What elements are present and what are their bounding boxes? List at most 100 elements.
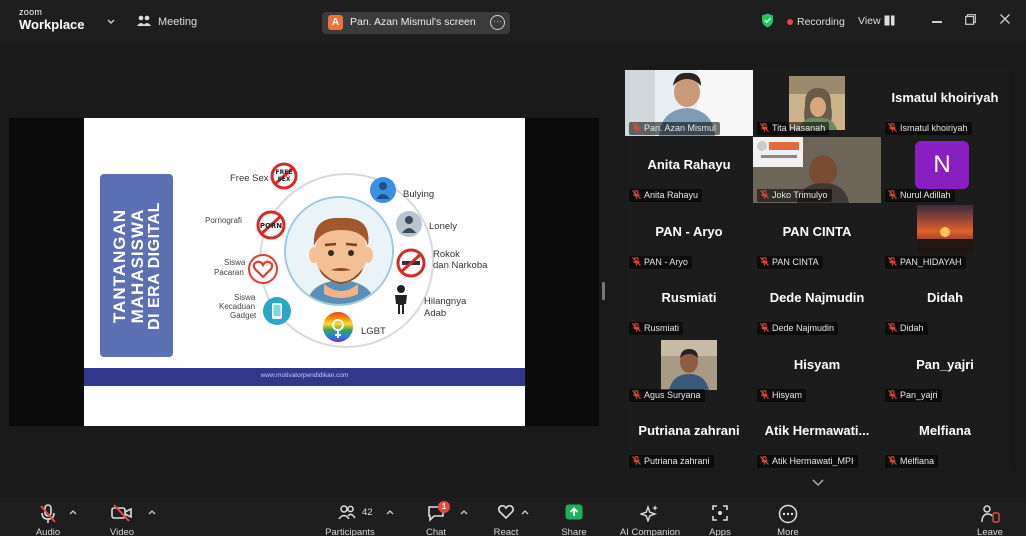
participant-display-name: Atik Hermawati...	[764, 423, 870, 438]
brand-line2: Workplace	[19, 17, 85, 32]
participant-tile[interactable]: N Nurul Adillah	[881, 137, 1009, 203]
participant-tile[interactable]: Atik Hermawati... Atik Hermawati_MPI	[753, 403, 881, 469]
participant-display-name: Didah	[926, 290, 964, 305]
heart-icon	[248, 254, 278, 284]
participant-display-name: Ismatul khoiriyah	[891, 90, 999, 105]
close-icon[interactable]	[999, 13, 1011, 25]
chevron-up-icon[interactable]	[385, 508, 395, 516]
participants-icon	[338, 505, 356, 520]
banner-line2: MAHASISWA	[127, 208, 147, 323]
participant-name-label: Pan. Azan Mismul	[629, 122, 721, 135]
participant-tile[interactable]: PAN - Aryo PAN - Aryo	[625, 204, 753, 270]
participant-display-name: PAN - Aryo	[655, 224, 723, 239]
restore-window-icon[interactable]	[965, 14, 976, 25]
participant-tile[interactable]: Putriana zahrani Putriana zahrani	[625, 403, 753, 469]
porn-badge-text: PORN	[260, 222, 282, 230]
meeting-label[interactable]: Meeting	[158, 16, 197, 28]
participant-name-label: PAN CINTA	[757, 256, 823, 269]
label-hilangnya-1: Hilangnya	[424, 296, 467, 307]
participant-label-text: PAN CINTA	[772, 257, 819, 267]
participant-name-label: Nurul Adillah	[885, 189, 955, 202]
chat-button[interactable]: 1 Chat	[418, 498, 454, 536]
meeting-toolbar: Audio Video 42 Participants 1 Chat React…	[0, 498, 1026, 536]
chevron-down-icon[interactable]	[811, 478, 825, 488]
share-screen-icon	[565, 504, 583, 520]
participant-tile[interactable]: PAN CINTA PAN CINTA	[753, 204, 881, 270]
participants-button[interactable]: 42 Participants	[318, 498, 382, 536]
more-options-icon[interactable]: ···	[490, 15, 505, 30]
mic-muted-icon	[632, 190, 641, 199]
participant-tile[interactable]: Dede Najmudin Dede Najmudin	[753, 270, 881, 336]
mic-muted-icon	[760, 190, 769, 199]
porn-prohibited-icon: PORN	[256, 210, 286, 240]
participant-display-name: Putriana zahrani	[638, 423, 740, 438]
participant-tile[interactable]: PAN_HIDAYAH	[881, 204, 1009, 270]
resize-handle[interactable]	[602, 282, 605, 300]
mic-muted-icon	[888, 190, 897, 199]
mic-muted-icon	[632, 123, 641, 132]
slide-title-banner: TANTANGAN MAHASISWA DI ERA DIGITAL	[100, 174, 173, 357]
participant-tile[interactable]: Pan_yajri Pan_yajri	[881, 337, 1009, 403]
avatar: N	[915, 141, 969, 189]
participant-name-label: Didah	[885, 322, 928, 335]
participant-label-text: Putriana zahrani	[644, 456, 710, 466]
participant-tile[interactable]: Ismatul khoiriyah Ismatul khoiriyah	[881, 70, 1009, 136]
participant-tile[interactable]: Hisyam Hisyam	[753, 337, 881, 403]
more-label: More	[777, 527, 799, 536]
audio-button[interactable]: Audio	[28, 498, 68, 536]
mic-muted-icon	[760, 390, 769, 399]
react-button[interactable]: React	[488, 498, 524, 536]
chevron-up-icon[interactable]	[68, 508, 78, 516]
participant-tile[interactable]: Melfiana Melfiana	[881, 403, 1009, 469]
mic-muted-icon	[632, 257, 641, 266]
chevron-up-icon[interactable]	[520, 508, 530, 516]
apps-label: Apps	[709, 527, 731, 536]
shield-icon[interactable]	[761, 13, 774, 28]
participant-name-label: Agus Suryana	[629, 389, 705, 402]
leave-icon	[981, 505, 1000, 523]
participant-tile[interactable]: Rusmiati Rusmiati	[625, 270, 753, 336]
label-free-sex: Free Sex	[230, 173, 269, 184]
participant-display-name: Melfiana	[918, 423, 971, 438]
sparkle-icon	[640, 504, 658, 522]
participant-name-label: Melfiana	[885, 455, 939, 468]
participant-tile[interactable]: Anita Rahayu Anita Rahayu	[625, 137, 753, 203]
apps-button[interactable]: Apps	[702, 498, 738, 536]
leave-button[interactable]: Leave	[972, 498, 1008, 536]
chevron-down-icon[interactable]	[105, 15, 117, 27]
participant-tile[interactable]: Joko Trimulyo	[753, 137, 881, 203]
participant-display-name: Pan_yajri	[916, 357, 974, 372]
recording-dot-icon	[787, 19, 793, 25]
participant-tile[interactable]: Agus Suryana	[625, 337, 753, 403]
participant-label-text: Didah	[900, 323, 924, 333]
minimize-icon[interactable]	[932, 21, 942, 23]
participant-display-name: Dede Najmudin	[769, 290, 865, 305]
recording-label[interactable]: Recording	[797, 16, 845, 28]
view-grid-icon[interactable]	[884, 15, 895, 26]
ai-companion-button[interactable]: AI Companion	[612, 498, 688, 536]
participant-tile[interactable]: Didah Didah	[881, 270, 1009, 336]
mic-muted-icon	[888, 390, 897, 399]
smartphone-icon	[263, 297, 291, 325]
label-lonely: Lonely	[429, 221, 457, 232]
mic-muted-icon	[632, 456, 641, 465]
chevron-up-icon[interactable]	[147, 508, 157, 516]
no-smoking-icon	[396, 248, 426, 278]
view-label[interactable]: View	[858, 15, 881, 27]
chat-unread-badge: 1	[438, 501, 450, 513]
mic-muted-icon	[760, 456, 769, 465]
participant-tile[interactable]: Pan. Azan Mismul	[625, 70, 753, 136]
chevron-up-icon[interactable]	[459, 508, 469, 516]
more-button[interactable]: More	[770, 498, 806, 536]
participant-name-label: Anita Rahayu	[629, 189, 703, 202]
bullying-icon	[370, 177, 396, 203]
participant-name-label: Joko Trimulyo	[757, 189, 832, 202]
label-bulying: Bulying	[403, 189, 435, 200]
participant-tile[interactable]: Tita Hasanah	[753, 70, 881, 136]
video-button[interactable]: Video	[102, 498, 142, 536]
sex-badge-text: SEX	[277, 176, 290, 183]
mic-muted-icon	[632, 390, 641, 399]
screen-share-indicator[interactable]: A Pan. Azan Mismul's screen ···	[322, 12, 510, 34]
share-button[interactable]: Share	[556, 498, 592, 536]
participant-label-text: Melfiana	[900, 456, 935, 466]
